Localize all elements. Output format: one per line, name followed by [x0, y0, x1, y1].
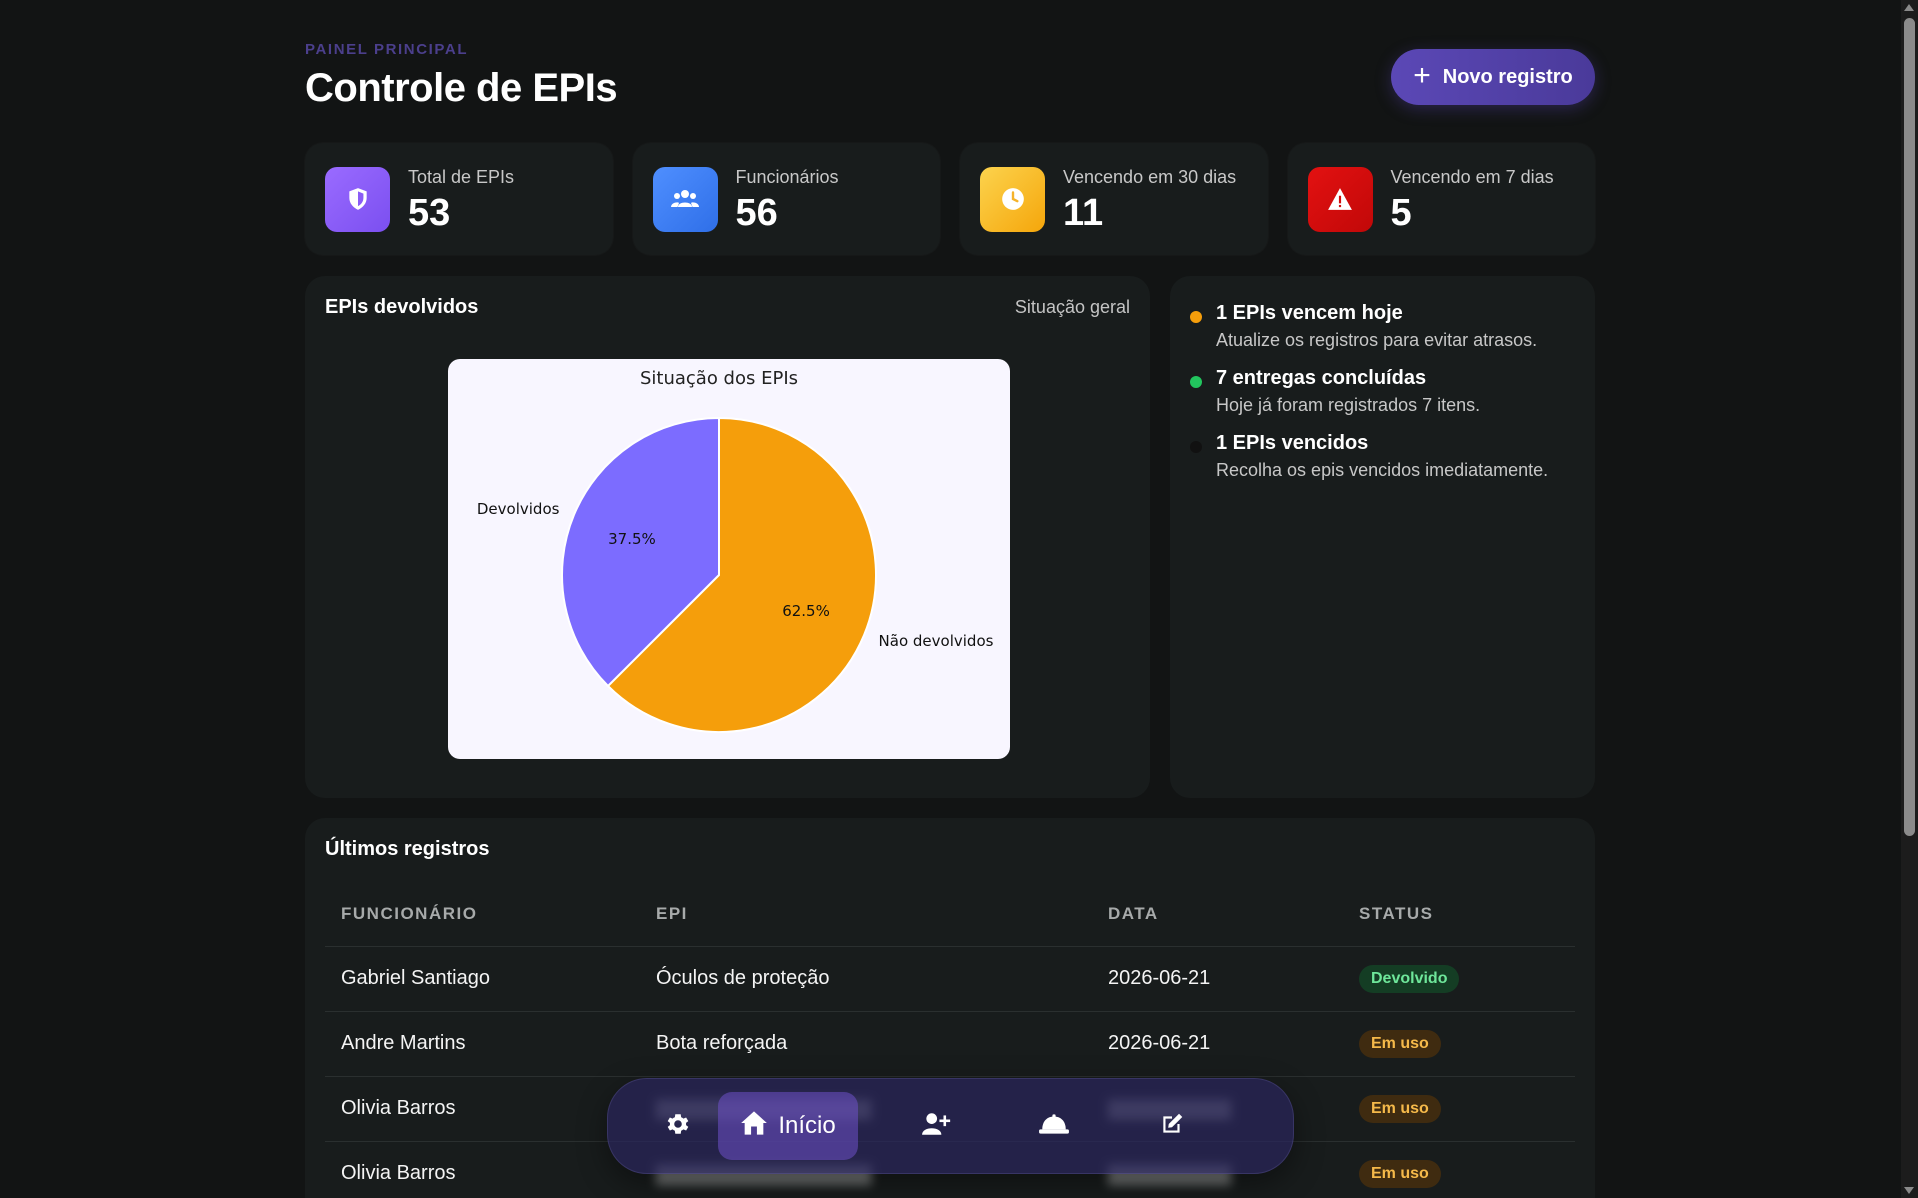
nav-add-user[interactable] [896, 1092, 976, 1160]
kpi-value: 56 [735, 191, 778, 234]
kpi-vencendo-30: Vencendo em 30 dias 11 [960, 143, 1268, 255]
status-badge: Em uso [1359, 1094, 1441, 1123]
kpi-label: Vencendo em 30 dias [1063, 166, 1237, 187]
card-title: EPIs devolvidos [325, 296, 479, 318]
cell-data: 2026-06-21 [1092, 946, 1343, 1012]
alert-title: 7 entregas concluídas [1216, 367, 1427, 389]
users-icon [652, 166, 718, 232]
cell-data: 2026-06-21 [1092, 1011, 1343, 1077]
scroll-thumb[interactable] [1904, 18, 1915, 836]
pie-category-label: Não devolvidos [879, 632, 994, 650]
card-subtitle: Situação geral [1014, 297, 1130, 317]
home-icon [740, 1110, 768, 1143]
status-dot [1190, 311, 1202, 323]
cell-funcionario: Andre Martins [325, 1011, 640, 1077]
new-record-label: Novo registro [1442, 65, 1573, 88]
scroll-up-icon[interactable] [1904, 4, 1914, 11]
nav-epis[interactable] [1014, 1092, 1094, 1160]
kpi-label: Total de EPIs [408, 166, 515, 187]
alert-desc: Hoje já foram registrados 7 itens. [1216, 395, 1481, 415]
table-header-row: FUNCIONÁRIO EPI DATA STATUS [325, 882, 1575, 947]
alerts-card: 1 EPIs vencem hoje Atualize os registros… [1170, 276, 1595, 798]
alert-title: 1 EPIs vencidos [1216, 432, 1369, 454]
warning-icon [1307, 166, 1373, 232]
kpi-label: Funcionários [735, 166, 839, 187]
status-dot [1190, 441, 1202, 453]
new-record-button[interactable]: + Novo registro [1391, 49, 1595, 105]
kpi-value: 5 [1390, 191, 1412, 234]
gear-icon [665, 1111, 691, 1142]
cell-epi: Bota reforçada [640, 1011, 1092, 1077]
helmet-icon [1038, 1112, 1070, 1141]
cell-funcionario: Olivia Barros [325, 1141, 640, 1198]
plus-icon: + [1413, 58, 1431, 92]
cell-funcionario: Olivia Barros [325, 1076, 640, 1142]
kpi-total-epis: Total de EPIs 53 [305, 143, 613, 255]
kpi-value: 11 [1063, 191, 1104, 234]
column-header: EPI [640, 882, 1092, 947]
pie-percent-label: 62.5% [782, 602, 830, 620]
status-badge: Em uso [1359, 1159, 1441, 1188]
nav-edit[interactable] [1132, 1092, 1212, 1160]
returned-epis-card: EPIs devolvidos Situação geral Situação … [305, 276, 1150, 798]
kpi-row: Total de EPIs 53 Funcionários 56 Vencend… [305, 143, 1595, 255]
alert-title: 1 EPIs vencem hoje [1216, 302, 1403, 324]
nav-home-label: Início [778, 1112, 836, 1139]
pie-chart-svg: Situação dos EPIs 62.5% Não devolvidos 37.… [477, 368, 994, 733]
status-dot [1190, 376, 1202, 388]
column-header: FUNCIONÁRIO [325, 882, 640, 947]
cell-epi: Óculos de proteção [640, 946, 1092, 1012]
table-row[interactable]: Andre Martins Bota reforçada 2026-06-21 … [325, 1011, 1575, 1077]
kpi-value: 53 [408, 191, 451, 234]
column-header: DATA [1092, 882, 1343, 947]
alert-desc: Atualize os registros para evitar atraso… [1216, 330, 1538, 350]
shield-icon [325, 166, 390, 232]
pie-chart: Situação dos EPIs 62.5% Não devolvidos 37.… [448, 359, 1010, 759]
edit-icon [1158, 1111, 1186, 1142]
kpi-vencendo-7: Vencendo em 7 dias 5 [1287, 143, 1595, 255]
user-plus-icon [921, 1111, 951, 1142]
bottom-nav: Início [607, 1078, 1294, 1174]
chart-title: Situação dos EPIs [640, 368, 798, 389]
table-row[interactable]: Gabriel Santiago Óculos de proteção 2026… [325, 946, 1575, 1012]
page-eyebrow: PAINEL PRINCIPAL [305, 41, 469, 58]
nav-settings[interactable] [638, 1092, 718, 1160]
page-title: Controle de EPIs [305, 66, 618, 110]
kpi-label: Vencendo em 7 dias [1390, 166, 1554, 187]
pie-percent-label: 37.5% [608, 530, 656, 548]
clock-icon [980, 166, 1045, 232]
cell-funcionario: Gabriel Santiago [325, 946, 640, 1012]
alert-desc: Recolha os epis vencidos imediatamente. [1216, 460, 1549, 480]
column-header: STATUS [1343, 882, 1575, 947]
card-title: Últimos registros [325, 838, 490, 860]
nav-home[interactable]: Início [718, 1092, 858, 1160]
pie-category-label: Devolvidos [477, 500, 560, 518]
vertical-scrollbar[interactable] [1901, 0, 1918, 1198]
status-badge: Em uso [1359, 1029, 1441, 1058]
kpi-funcionarios: Funcionários 56 [632, 143, 940, 255]
scroll-down-icon[interactable] [1904, 1187, 1914, 1194]
status-badge: Devolvido [1359, 964, 1460, 993]
